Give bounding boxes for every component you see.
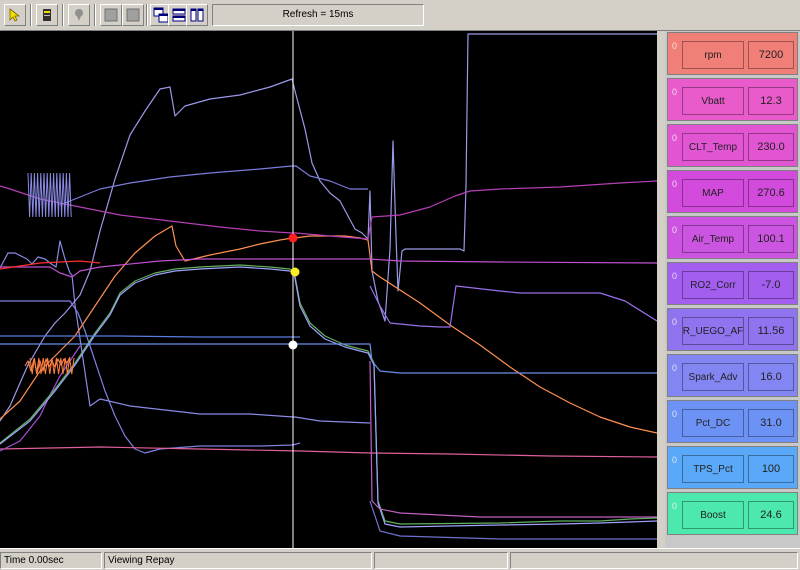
gauge-value: 31.0 xyxy=(748,409,794,437)
gauge-value: 270.6 xyxy=(748,179,794,207)
trace-17 xyxy=(0,260,101,270)
gauge-value: 100 xyxy=(748,455,794,483)
gauge-marker: 0 xyxy=(672,179,678,189)
trace-8 xyxy=(0,446,657,458)
gauge-value: 230.0 xyxy=(748,133,794,161)
gauge-name: R_UEGO_AF xyxy=(682,317,744,345)
pointer-button[interactable] xyxy=(4,4,26,26)
pointer-icon xyxy=(9,8,21,22)
gauge-value: 11.56 xyxy=(748,317,794,345)
gauge-marker: 0 xyxy=(672,133,678,143)
tile-horizontal-icon xyxy=(172,8,186,22)
gauge-value: 12.3 xyxy=(748,87,794,115)
trace-3 xyxy=(0,300,301,454)
gauge-marker: 0 xyxy=(672,363,678,373)
log-plot-area[interactable] xyxy=(0,31,657,548)
gauge-ro2-corr[interactable]: 0 RO2_Corr -7.0 xyxy=(667,262,798,305)
gauge-name: CLT_Temp xyxy=(682,133,744,161)
gauge-name: rpm xyxy=(682,41,744,69)
refresh-rate-label: Refresh = 15ms xyxy=(212,4,424,26)
cursor-marker-2 xyxy=(288,340,298,350)
gauge-marker: 0 xyxy=(672,501,678,511)
trace-1 xyxy=(0,33,657,422)
status-bar: Time 0.00sec Viewing Repay xyxy=(0,548,800,570)
gauge-name: Pct_DC xyxy=(682,409,744,437)
gauge-boost[interactable]: 0 Boost 24.6 xyxy=(667,492,798,535)
log-file-icon xyxy=(43,9,51,21)
status-cell-empty-1 xyxy=(374,552,508,569)
trace-noise-blue xyxy=(27,172,72,218)
gauge-marker: 0 xyxy=(672,455,678,465)
status-cell-empty-2 xyxy=(510,552,798,569)
gauge-name: Spark_Adv xyxy=(682,363,744,391)
gauge-spark-adv[interactable]: 0 Spark_Adv 16.0 xyxy=(667,354,798,397)
gauge-marker: 0 xyxy=(672,41,678,51)
gauge-marker: 0 xyxy=(672,271,678,281)
cursor-marker-1 xyxy=(290,267,300,277)
marker-button[interactable] xyxy=(68,4,90,26)
gauge-value: -7.0 xyxy=(748,271,794,299)
trace-13 xyxy=(369,285,657,328)
gauge-marker: 0 xyxy=(672,225,678,235)
gauge-rpm[interactable]: 0 rpm 7200 xyxy=(667,32,798,75)
log-traces xyxy=(0,31,657,548)
single-view-button[interactable] xyxy=(122,4,144,26)
gauge-tps-pct[interactable]: 0 TPS_Pct 100 xyxy=(667,446,798,489)
gauge-vbatt[interactable]: 0 Vbatt 12.3 xyxy=(667,78,798,121)
split-view-icon xyxy=(104,8,118,22)
tile-vertical-icon xyxy=(190,8,204,22)
gauge-value: 24.6 xyxy=(748,501,794,529)
gauge-name: RO2_Corr xyxy=(682,271,744,299)
gauge-name: Boost xyxy=(682,501,744,529)
gauge-panel: 0 rpm 7200 0 Vbatt 12.3 0 CLT_Temp 230.0 0 MAP 270.… xyxy=(665,31,800,548)
trace-14 xyxy=(0,343,657,374)
gauge-name: Vbatt xyxy=(682,87,744,115)
gauge-name: Air_Temp xyxy=(682,225,744,253)
gauge-name: MAP xyxy=(682,179,744,207)
trace-2 xyxy=(59,165,368,206)
trace-7 xyxy=(0,258,657,278)
playback-mode: Viewing Repay xyxy=(104,552,372,569)
gauge-marker: 0 xyxy=(672,317,678,327)
toolbar: Refresh = 15ms xyxy=(0,0,800,31)
trace-12 xyxy=(369,360,657,518)
gauge-marker: 0 xyxy=(672,87,678,97)
gauge-map[interactable]: 0 MAP 270.6 xyxy=(667,170,798,213)
tile-vertical-button[interactable] xyxy=(186,4,208,26)
gauge-marker: 0 xyxy=(672,409,678,419)
gauge-clt-temp[interactable]: 0 CLT_Temp 230.0 xyxy=(667,124,798,167)
gauge-value: 100.1 xyxy=(748,225,794,253)
gauge-name: TPS_Pct xyxy=(682,455,744,483)
cascade-view-icon xyxy=(153,7,169,23)
gauge-value: 16.0 xyxy=(748,363,794,391)
trace-10 xyxy=(0,264,657,525)
cursor-marker-0 xyxy=(288,233,298,243)
gauge-pct-dc[interactable]: 0 Pct_DC 31.0 xyxy=(667,400,798,443)
log-file-button[interactable] xyxy=(36,4,58,26)
single-view-icon xyxy=(126,8,140,22)
split-view-button[interactable] xyxy=(100,4,122,26)
gauge-value: 7200 xyxy=(748,41,794,69)
time-readout: Time 0.00sec xyxy=(0,552,102,569)
marker-icon xyxy=(75,9,83,21)
trace-noise-orange xyxy=(29,357,75,375)
gauge-air-temp[interactable]: 0 Air_Temp 100.1 xyxy=(667,216,798,259)
gauge-r-uego-af[interactable]: 0 R_UEGO_AF 11.56 xyxy=(667,308,798,351)
